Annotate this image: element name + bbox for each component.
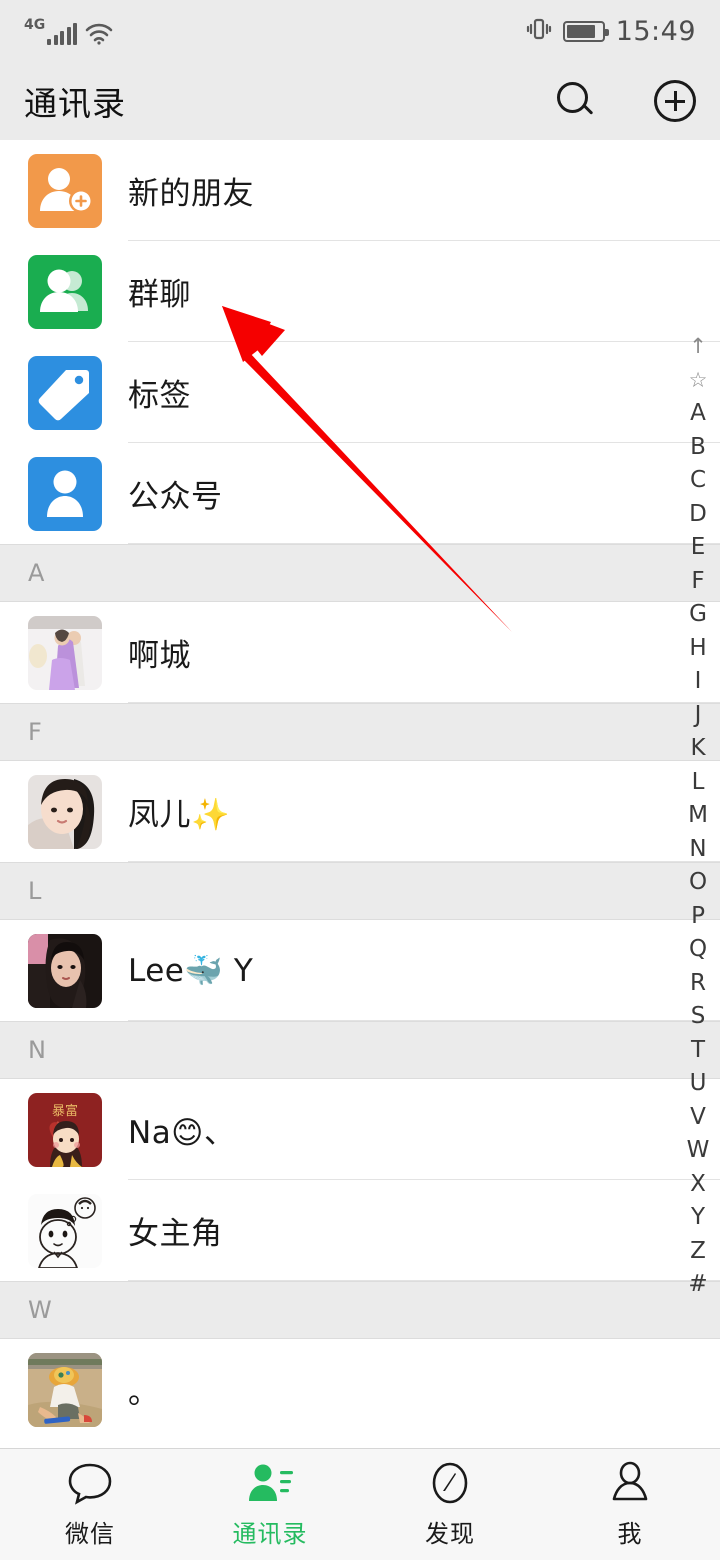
person-icon	[606, 1461, 654, 1505]
status-bar: 4G 15:49	[0, 0, 720, 62]
contacts-list: 新的朋友 群聊 标签 公众号 A 啊城 F 凤儿✨ L Lee🐳 Y N 暴富 …	[0, 140, 720, 1440]
index-item-e[interactable]: E	[676, 531, 720, 565]
index-item-z[interactable]: Z	[676, 1235, 720, 1269]
alphabet-index-bar[interactable]: ↑ ☆ A B C D E F G H I J K L M N O P Q R …	[676, 330, 720, 1302]
tab-me[interactable]: 我	[540, 1449, 720, 1560]
vibrate-icon	[526, 16, 552, 46]
group-chat-icon	[28, 254, 102, 329]
app-header: 通讯录	[0, 62, 720, 140]
index-item-x[interactable]: X	[676, 1168, 720, 1202]
page-title: 通讯录	[24, 84, 126, 123]
header-actions	[556, 80, 696, 122]
avatar	[28, 933, 102, 1008]
avatar: 暴富	[28, 1092, 102, 1167]
section-header-f: F	[0, 703, 720, 761]
avatar	[28, 615, 102, 690]
contact-name: 啊城	[128, 638, 191, 674]
index-item-l[interactable]: L	[676, 766, 720, 800]
list-item-label: 新的朋友	[128, 176, 254, 212]
index-item-y[interactable]: Y	[676, 1201, 720, 1235]
index-item-i[interactable]: I	[676, 665, 720, 699]
index-item-f[interactable]: F	[676, 565, 720, 599]
avatar	[28, 1352, 102, 1427]
official-account-icon	[28, 456, 102, 531]
status-bar-right: 15:49	[526, 16, 696, 47]
contact-name: Na😊、	[128, 1115, 236, 1151]
index-item-d[interactable]: D	[676, 498, 720, 532]
tab-contacts[interactable]: 通讯录	[180, 1449, 360, 1560]
tab-label: 我	[617, 1519, 643, 1548]
wechat-contacts-screen: 4G 15:49 通讯录 新的朋友 群聊 标签 公众号 A 啊城 F 凤儿✨ L…	[0, 0, 720, 1560]
signal-bars-icon: 4G	[24, 16, 78, 45]
tab-discover[interactable]: 发现	[360, 1449, 540, 1560]
index-item-c[interactable]: C	[676, 464, 720, 498]
new-friend-icon	[28, 153, 102, 228]
wifi-icon	[85, 23, 113, 45]
network-type-label: 4G	[24, 16, 46, 33]
svg-text:暴富: 暴富	[52, 1103, 78, 1119]
contact-row[interactable]: 女主角	[0, 1180, 720, 1281]
contact-name: Lee🐳 Y	[128, 953, 254, 989]
contact-row[interactable]: 啊城	[0, 602, 720, 703]
list-item-official-accounts[interactable]: 公众号	[0, 443, 720, 544]
section-header-w: W	[0, 1281, 720, 1339]
index-item-star[interactable]: ☆	[676, 364, 720, 398]
section-header-a: A	[0, 544, 720, 602]
bottom-tab-bar: 微信 通讯录 发现 我	[0, 1448, 720, 1560]
tag-icon	[28, 355, 102, 430]
contact-row[interactable]: 暴富 Na😊、	[0, 1079, 720, 1180]
contact-name: 凤儿✨	[128, 797, 231, 833]
index-item-o[interactable]: O	[676, 866, 720, 900]
list-item-tags[interactable]: 标签	[0, 342, 720, 443]
tab-wechat[interactable]: 微信	[0, 1449, 180, 1560]
search-icon[interactable]	[556, 81, 596, 121]
contact-name: 。	[128, 1375, 160, 1411]
index-item-r[interactable]: R	[676, 967, 720, 1001]
index-item-s[interactable]: S	[676, 1000, 720, 1034]
avatar	[28, 774, 102, 849]
list-item-group-chat[interactable]: 群聊	[0, 241, 720, 342]
chat-bubble-icon	[66, 1461, 114, 1505]
index-item-q[interactable]: Q	[676, 933, 720, 967]
contact-name: 女主角	[128, 1216, 223, 1252]
index-item-t[interactable]: T	[676, 1034, 720, 1068]
index-item-a[interactable]: A	[676, 397, 720, 431]
list-item-label: 标签	[128, 378, 191, 414]
index-item-j[interactable]: J	[676, 699, 720, 733]
contact-row[interactable]: 。	[0, 1339, 720, 1440]
tab-label: 发现	[425, 1519, 475, 1548]
index-item-k[interactable]: K	[676, 732, 720, 766]
index-item-b[interactable]: B	[676, 431, 720, 465]
index-item-p[interactable]: P	[676, 900, 720, 934]
index-item-n[interactable]: N	[676, 833, 720, 867]
index-item-g[interactable]: G	[676, 598, 720, 632]
tab-label: 通讯录	[232, 1519, 308, 1548]
list-item-label: 群聊	[128, 277, 191, 313]
index-item-hash[interactable]: #	[676, 1268, 720, 1302]
list-item-new-friends[interactable]: 新的朋友	[0, 140, 720, 241]
index-item-m[interactable]: M	[676, 799, 720, 833]
index-item-w[interactable]: W	[676, 1134, 720, 1168]
contacts-icon	[246, 1461, 294, 1505]
avatar	[28, 1193, 102, 1268]
list-item-label: 公众号	[128, 479, 223, 515]
index-item-h[interactable]: H	[676, 632, 720, 666]
section-header-n: N	[0, 1021, 720, 1079]
index-item-u[interactable]: U	[676, 1067, 720, 1101]
tab-label: 微信	[65, 1519, 115, 1548]
plus-circle-icon[interactable]	[654, 80, 696, 122]
index-item-top-arrow[interactable]: ↑	[676, 330, 720, 364]
contact-row[interactable]: 凤儿✨	[0, 761, 720, 862]
section-header-l: L	[0, 862, 720, 920]
battery-icon	[562, 20, 609, 42]
status-bar-left: 4G	[24, 18, 113, 45]
index-item-v[interactable]: V	[676, 1101, 720, 1135]
compass-icon	[426, 1461, 474, 1505]
status-bar-clock: 15:49	[615, 15, 696, 47]
contact-row[interactable]: Lee🐳 Y	[0, 920, 720, 1021]
